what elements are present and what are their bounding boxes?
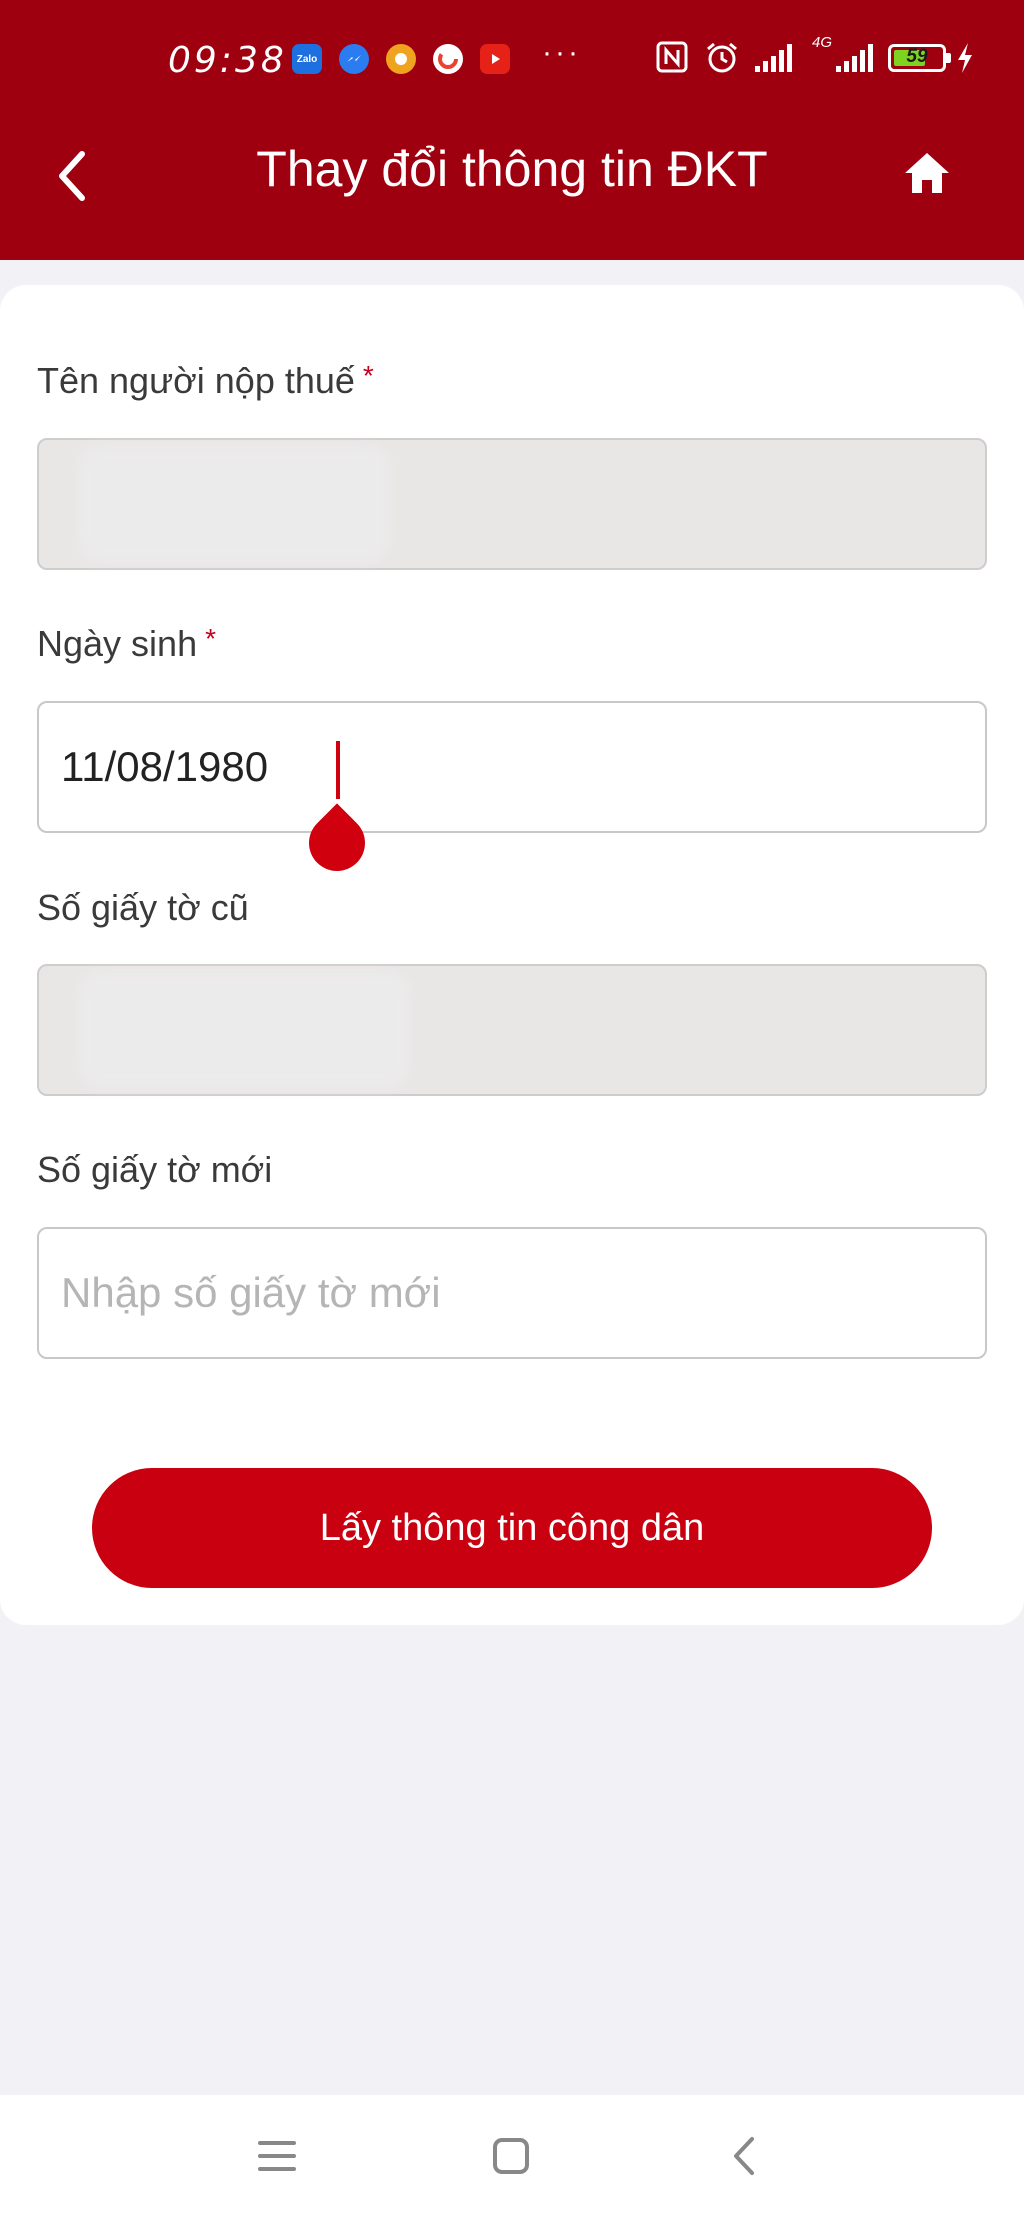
nfc-icon bbox=[656, 41, 688, 73]
new-document-input[interactable] bbox=[39, 1229, 985, 1357]
form-card: Tên người nộp thuế* Ngày sinh* Số giấy t… bbox=[0, 285, 1024, 1625]
messenger-icon bbox=[339, 44, 369, 74]
app-header: 09:38 Zalo ··· 4G 59 Thay đổi thông tin … bbox=[0, 0, 1024, 260]
signal-icon-2 bbox=[836, 44, 873, 72]
required-marker: * bbox=[205, 623, 216, 654]
home-square-icon[interactable] bbox=[486, 2131, 536, 2181]
zalo-icon: Zalo bbox=[292, 44, 322, 74]
redacted-value bbox=[79, 446, 389, 562]
birth-date-input[interactable] bbox=[39, 703, 985, 831]
taxpayer-name-field bbox=[37, 438, 987, 570]
google-icon bbox=[433, 44, 463, 74]
new-document-field[interactable] bbox=[37, 1227, 987, 1359]
old-document-field bbox=[37, 964, 987, 1096]
charging-icon bbox=[958, 43, 972, 73]
battery-cap bbox=[946, 53, 951, 63]
old-document-label: Số giấy tờ cũ bbox=[37, 887, 249, 928]
taxpayer-name-label: Tên người nộp thuế * bbox=[37, 360, 374, 401]
alarm-icon bbox=[707, 42, 737, 73]
get-citizen-info-button[interactable]: Lấy thông tin công dân bbox=[92, 1468, 932, 1588]
new-document-label: Số giấy tờ mới bbox=[37, 1149, 273, 1190]
status-bar: 09:38 Zalo ··· 4G 59 bbox=[0, 30, 1024, 90]
battery-icon: 59 bbox=[888, 44, 946, 72]
page-title: Thay đổi thông tin ĐKT bbox=[256, 141, 768, 197]
system-back-icon[interactable] bbox=[722, 2131, 772, 2181]
home-icon[interactable] bbox=[902, 148, 952, 198]
battery-level: 59 bbox=[906, 46, 928, 67]
signal-icon bbox=[755, 44, 792, 72]
network-type: 4G bbox=[812, 34, 833, 51]
status-time: 09:38 bbox=[168, 40, 287, 81]
birth-date-label: Ngày sinh * bbox=[37, 623, 216, 664]
youtube-icon bbox=[480, 44, 510, 74]
menu-icon[interactable] bbox=[252, 2131, 302, 2181]
redacted-value bbox=[79, 972, 409, 1088]
required-marker: * bbox=[362, 360, 374, 391]
system-nav-bar bbox=[0, 2095, 1024, 2219]
text-cursor bbox=[336, 741, 340, 799]
birth-date-field[interactable] bbox=[37, 701, 987, 883]
chrome-icon bbox=[386, 44, 416, 74]
more-notifications: ··· bbox=[542, 36, 581, 69]
